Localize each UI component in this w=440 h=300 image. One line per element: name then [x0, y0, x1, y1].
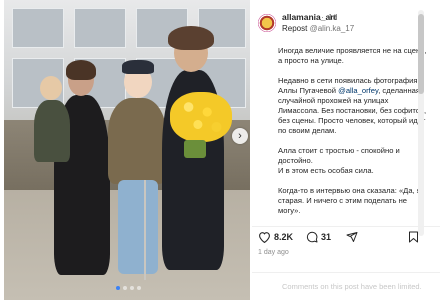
carousel-next-button[interactable]: › [232, 128, 248, 144]
repost-source-link[interactable]: @alin.ka_17 [310, 24, 355, 33]
caption-paragraph: Иногда величие проявляется не на сцене, … [278, 46, 427, 65]
caption-scrollbar[interactable] [418, 10, 424, 236]
mention-link[interactable]: @alla_orfey [338, 86, 378, 95]
like-count: 8.2K [274, 232, 294, 242]
comment-bubble-icon [306, 231, 318, 243]
comments-limited-text: Comments on this post have been limited. [282, 282, 422, 291]
comments-limited-notice: Comments on this post have been limited. [252, 272, 440, 300]
post-photo[interactable]: › [4, 0, 250, 300]
save-button[interactable] [408, 231, 419, 243]
caption-paragraph: Когда-то в интервью она сказала: «Да, я … [278, 186, 421, 215]
photo-person-child [34, 100, 70, 162]
carousel-dot [137, 286, 141, 290]
header-separator: · [321, 12, 324, 22]
repost-line: Repost @alin.ka_17 [282, 24, 354, 33]
post-age: 1d [328, 12, 338, 22]
divider [252, 226, 440, 227]
comment-count: 31 [321, 232, 332, 242]
avatar[interactable] [258, 14, 276, 32]
carousel-dot [130, 286, 134, 290]
carousel-dot [116, 286, 120, 290]
caption-paragraph: Недавно в сети появилась фотография Аллы… [278, 76, 427, 135]
photo-yellow-tulips [170, 92, 232, 142]
carousel-dots [116, 286, 141, 290]
send-icon [346, 232, 358, 242]
share-button[interactable] [346, 231, 358, 243]
photo-cane [144, 180, 146, 280]
post-header: allamania_art · 1d Repost @alin.ka_17 [256, 12, 426, 38]
caption-paragraph: И в этом есть особая сила. [278, 166, 374, 175]
action-bar: 8.2K 31 [256, 230, 424, 248]
instagram-post: › allamania_art · 1d Repost @alin.ka_17 … [0, 0, 440, 300]
repost-label: Repost [282, 24, 308, 33]
comment-button[interactable]: 31 [306, 231, 331, 243]
like-button[interactable]: 8.2K [258, 231, 293, 243]
post-timestamp: 1 day ago [258, 249, 289, 256]
post-caption: Иногда величие проявляется не на сцене, … [278, 46, 428, 226]
heart-icon [259, 232, 270, 243]
carousel-dot [123, 286, 127, 290]
caption-paragraph: Алла стоит с тростью - спокойно и достой… [278, 146, 400, 165]
scrollbar-thumb[interactable] [418, 14, 424, 94]
photo-person-woman-jacket [108, 98, 166, 184]
chevron-right-icon: › [238, 130, 242, 142]
bookmark-icon [409, 231, 418, 243]
